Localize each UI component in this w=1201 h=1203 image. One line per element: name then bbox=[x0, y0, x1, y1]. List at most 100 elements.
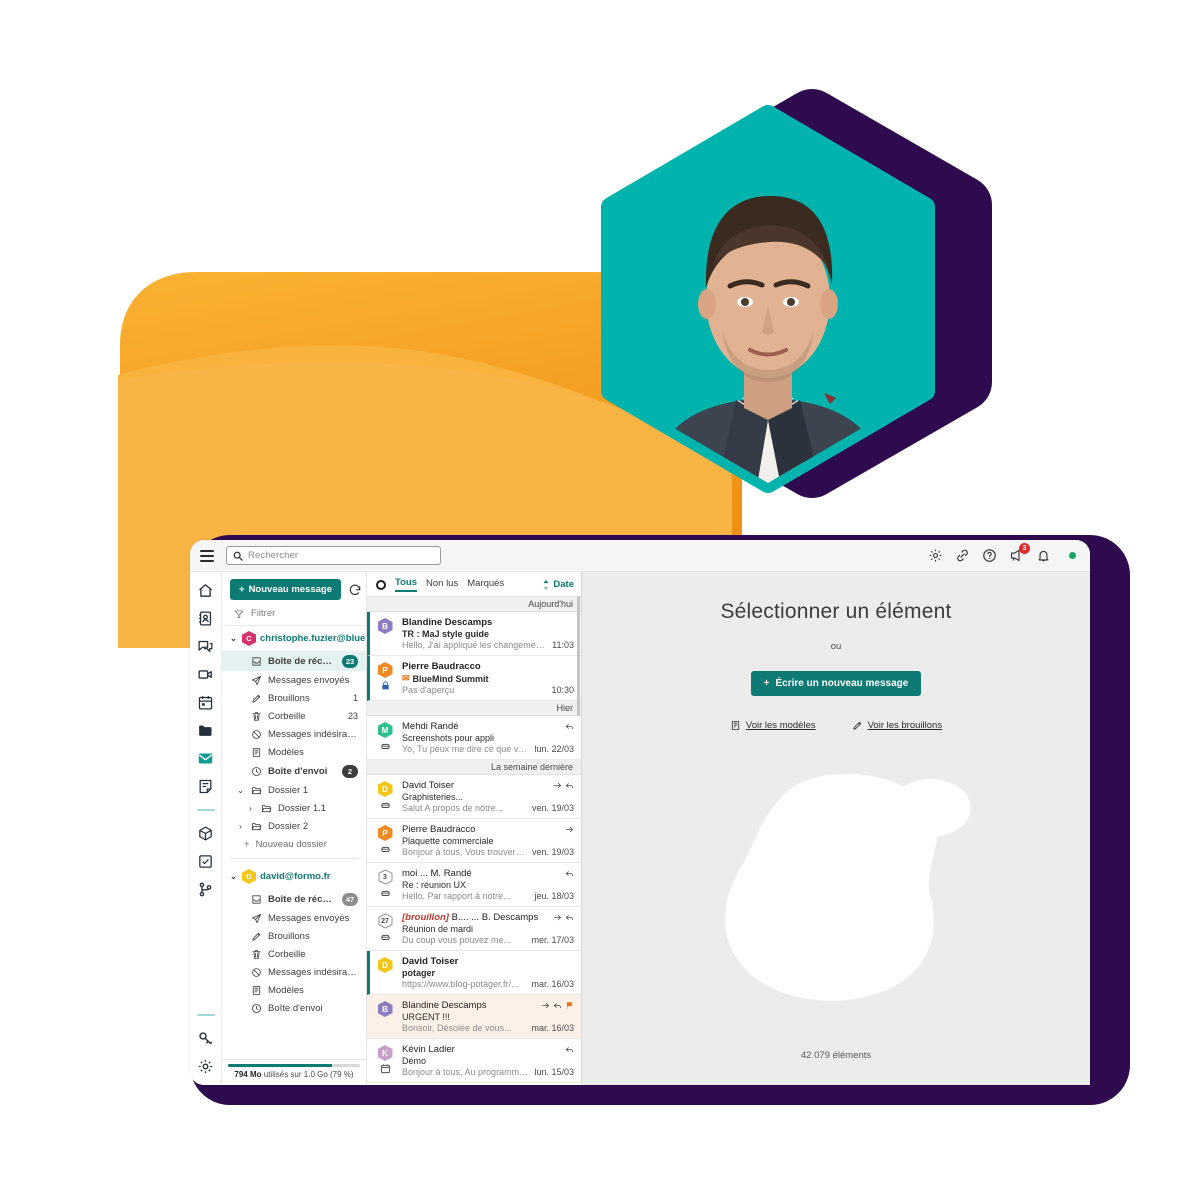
account-row[interactable]: ⌄ Cchristophe.fuzier@blue... bbox=[222, 626, 366, 651]
notes-icon[interactable] bbox=[197, 778, 214, 795]
settings-icon[interactable] bbox=[197, 1058, 214, 1075]
avatar: D bbox=[377, 781, 393, 797]
message-list-item[interactable]: P Pierre Baudracco ✉ BlueMind Summit Pas d'a… bbox=[367, 656, 581, 701]
folder-item-8[interactable]: › Dossier 1.1 bbox=[222, 799, 366, 817]
message-avatar-column: D bbox=[373, 780, 397, 813]
message-date: lun. 22/03 bbox=[534, 744, 574, 754]
folder-item-1[interactable]: Messages envoyés bbox=[222, 671, 366, 689]
new-message-button[interactable]: + Nouveau message bbox=[230, 579, 341, 600]
message-list-item[interactable] bbox=[367, 1083, 581, 1085]
message-preview: Yo, Tu peux me dire ce que vo... bbox=[402, 744, 530, 754]
message-sender: Pierre Baudracco bbox=[402, 824, 476, 835]
help-icon[interactable] bbox=[982, 548, 997, 563]
contacts-icon[interactable] bbox=[197, 610, 214, 627]
message-sender: Blandine Descamps bbox=[402, 617, 493, 628]
item-count: 42 079 éléments bbox=[800, 1050, 872, 1061]
message-list-item[interactable]: 3 moi ... M. Randé Re : réunion UX Hello, P… bbox=[367, 863, 581, 907]
tree-caret[interactable]: › bbox=[246, 804, 255, 813]
folder-item-4[interactable]: Messages indésirables bbox=[222, 963, 366, 981]
message-list-item[interactable]: K Kévin Ladier Démo Bonjour à tous, Au prog… bbox=[367, 1039, 581, 1083]
workflow-icon[interactable] bbox=[197, 881, 214, 898]
message-list-item[interactable]: B Blandine Descamps URGENT !!! Bonsoir, Dés… bbox=[367, 995, 581, 1039]
avatar: M bbox=[377, 722, 393, 738]
chevron-down-icon[interactable]: ⌄ bbox=[229, 634, 238, 643]
chat-icon[interactable] bbox=[197, 638, 214, 655]
view-drafts-link[interactable]: Voir les brouillons bbox=[852, 720, 942, 731]
sort-control[interactable]: Date bbox=[542, 579, 574, 590]
message-preview: Bonsoir, Désolée de vous... bbox=[402, 1023, 512, 1033]
select-circle-icon[interactable] bbox=[376, 579, 386, 590]
folder-item-6[interactable]: Boîte d'envoi bbox=[222, 999, 366, 1017]
write-new-message-button[interactable]: + Écrire un nouveau message bbox=[750, 671, 922, 696]
folder-item-5[interactable]: Modèles bbox=[222, 981, 366, 999]
video-icon[interactable] bbox=[197, 666, 214, 683]
avatar: D bbox=[377, 957, 393, 973]
search-input[interactable]: Rechercher bbox=[226, 546, 441, 565]
message-subject: Réunion de mardi bbox=[402, 924, 474, 934]
folder-label: Boîte de réception bbox=[268, 655, 336, 667]
message-sender: Pierre Baudracco bbox=[402, 661, 481, 672]
tab-non-lus[interactable]: Non lus bbox=[426, 578, 458, 591]
tree-caret[interactable]: ⌄ bbox=[236, 786, 245, 795]
bell-icon[interactable] bbox=[1036, 548, 1051, 563]
filter-icon bbox=[234, 609, 244, 618]
folder-item-6[interactable]: Boîte d'envoi 2 bbox=[222, 761, 366, 781]
message-date: mer. 17/03 bbox=[531, 935, 574, 945]
folder-tree[interactable]: ⌄ Cchristophe.fuzier@blue... Boîte de réce… bbox=[222, 626, 366, 1059]
mail-icon[interactable] bbox=[197, 750, 214, 767]
message-list-item[interactable]: B Blandine Descamps TR : MaJ style guide He… bbox=[367, 612, 581, 656]
message-list-scrollbar[interactable] bbox=[577, 596, 580, 716]
trash-icon bbox=[251, 949, 262, 960]
message-list-item[interactable]: D David Toiser Graphisteries... Salut A pro… bbox=[367, 775, 581, 819]
folder-item-1[interactable]: Messages envoyés bbox=[222, 909, 366, 927]
message-group-header: La semaine dernière bbox=[367, 760, 581, 775]
tree-caret[interactable]: › bbox=[236, 822, 245, 831]
folder-item-4[interactable]: Messages indésirables bbox=[222, 725, 366, 743]
cube-icon[interactable] bbox=[197, 825, 214, 842]
chevron-down-icon[interactable]: ⌄ bbox=[229, 872, 238, 881]
message-preview: Pas d'aperçu bbox=[402, 685, 455, 695]
message-list-item[interactable]: 27 [brouillon] B.... ... B. Descamps Réuni… bbox=[367, 907, 581, 951]
folder-item-5[interactable]: Modèles bbox=[222, 743, 366, 761]
view-templates-link[interactable]: Voir les modèles bbox=[730, 720, 816, 731]
online-status-dot bbox=[1069, 552, 1076, 559]
purple-hexagon bbox=[632, 89, 992, 498]
folder-icon[interactable] bbox=[197, 722, 214, 739]
folder-item-3[interactable]: Corbeille bbox=[222, 945, 366, 963]
folder-open-icon bbox=[251, 785, 262, 796]
tab-tous[interactable]: Tous bbox=[395, 577, 417, 592]
gear-icon[interactable] bbox=[928, 548, 943, 563]
draft-icon bbox=[251, 693, 262, 704]
message-list-item[interactable]: D David Toiser potager https://www.blog-pot… bbox=[367, 951, 581, 995]
tasks-icon[interactable] bbox=[197, 853, 214, 870]
calendar-icon[interactable] bbox=[197, 694, 214, 711]
folder-label: Messages envoyés bbox=[268, 674, 350, 686]
folder-item-9[interactable]: › Dossier 2 bbox=[222, 817, 366, 835]
outbox-icon bbox=[251, 766, 262, 777]
announcement-icon[interactable]: 3 bbox=[1009, 543, 1030, 563]
message-list-item[interactable]: P Pierre Baudracco Plaquette commerciale Bo… bbox=[367, 819, 581, 863]
new-folder-button[interactable]: + Nouveau dossier bbox=[222, 835, 366, 853]
folder-item-3[interactable]: Corbeille 23 bbox=[222, 707, 366, 725]
new-folder-label: Nouveau dossier bbox=[255, 838, 327, 850]
message-list-item[interactable]: M Mehdi Randé Screenshots pour appli Yo, Tu… bbox=[367, 716, 581, 760]
new-message-label: Nouveau message bbox=[248, 584, 332, 595]
link-icon[interactable] bbox=[955, 548, 970, 563]
folder-badge: 2 bbox=[342, 764, 358, 778]
filter-row[interactable]: Filtrer bbox=[222, 604, 366, 626]
folder-item-7[interactable]: ⌄ Dossier 1 bbox=[222, 781, 366, 799]
folder-item-2[interactable]: Brouillons 1 bbox=[222, 689, 366, 707]
message-subject: Re : réunion UX bbox=[402, 880, 467, 890]
account-row[interactable]: ⌄ Ddavid@formo.fr bbox=[222, 864, 366, 889]
event-icon: ✉ bbox=[402, 673, 410, 683]
key-icon[interactable] bbox=[197, 1030, 214, 1047]
folder-item-0[interactable]: Boîte de réception 47 bbox=[222, 889, 366, 909]
folder-label: Boîte de réception bbox=[268, 893, 336, 905]
tab-marques[interactable]: Marqués bbox=[467, 578, 504, 591]
folder-item-2[interactable]: Brouillons bbox=[222, 927, 366, 945]
folder-item-0[interactable]: Boîte de réception 23 bbox=[222, 651, 366, 671]
home-icon[interactable] bbox=[197, 582, 214, 599]
message-list-scroll[interactable]: Aujourd'hui B Blandine Descamps TR : MaJ st… bbox=[367, 597, 581, 1085]
refresh-icon[interactable] bbox=[348, 583, 362, 597]
hamburger-icon[interactable] bbox=[190, 540, 224, 571]
